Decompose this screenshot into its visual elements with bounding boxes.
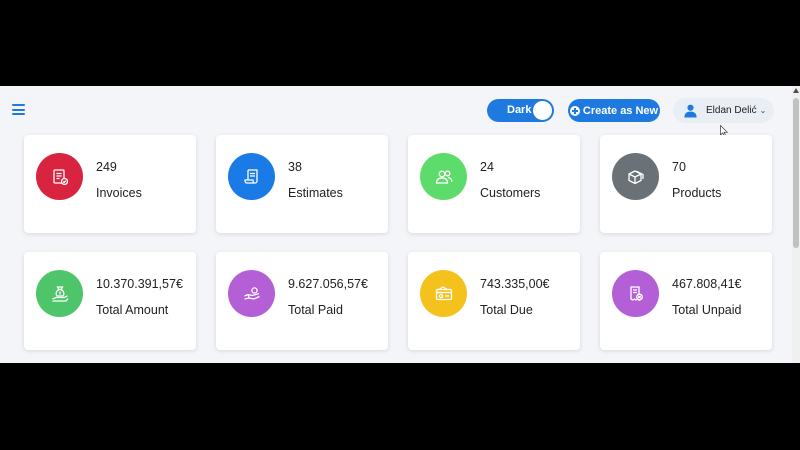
- total-amount-label: Total Amount: [96, 303, 169, 317]
- total-amount-value: 10.370.391,57€: [96, 277, 183, 291]
- user-name: Eldan Delić: [706, 105, 757, 116]
- create-as-new-button[interactable]: Create as New: [568, 99, 660, 122]
- dark-mode-label: Dark: [507, 104, 532, 116]
- stat-card-total-amount[interactable]: 10.370.391,57€ Total Amount: [24, 252, 196, 350]
- customers-count: 24: [480, 160, 494, 174]
- invoices-label: Invoices: [96, 186, 142, 200]
- toggle-knob: [533, 101, 552, 120]
- hamburger-menu-icon[interactable]: [12, 104, 25, 115]
- chevron-down-icon: ⌄: [759, 106, 767, 115]
- stat-card-total-unpaid[interactable]: 467.808,41€ Total Unpaid: [600, 252, 772, 350]
- estimate-icon: [228, 153, 275, 200]
- customers-label: Customers: [480, 186, 541, 200]
- hand-payment-icon: [228, 270, 275, 317]
- total-unpaid-value: 467.808,41€: [672, 277, 742, 291]
- total-due-label: Total Due: [480, 303, 533, 317]
- products-icon: [612, 153, 659, 200]
- stat-card-products[interactable]: 70 Products: [600, 135, 772, 233]
- invoice-icon: [36, 153, 83, 200]
- receipt-unpaid-icon: [612, 270, 659, 317]
- scrollbar-thumb[interactable]: [793, 98, 799, 248]
- total-paid-label: Total Paid: [288, 303, 343, 317]
- total-due-value: 743.335,00€: [480, 277, 550, 291]
- plus-circle-icon: [569, 105, 580, 116]
- stat-card-total-paid[interactable]: 9.627.056,57€ Total Paid: [216, 252, 388, 350]
- create-as-new-label: Create as New: [582, 104, 659, 117]
- scroll-up-arrow-icon[interactable]: [793, 88, 799, 93]
- money-bag-icon: [36, 270, 83, 317]
- total-paid-value: 9.627.056,57€: [288, 277, 368, 291]
- products-count: 70: [672, 160, 686, 174]
- dark-mode-toggle[interactable]: Dark: [487, 99, 554, 122]
- vertical-scrollbar[interactable]: [792, 86, 800, 363]
- letterbox-bottom: [0, 363, 800, 450]
- products-label: Products: [672, 186, 722, 200]
- stat-card-total-due[interactable]: 743.335,00€ Total Due: [408, 252, 580, 350]
- invoices-count: 249: [96, 160, 117, 174]
- user-menu-button[interactable]: Eldan Delić ⌄: [673, 98, 774, 123]
- customers-icon: [420, 153, 467, 200]
- dashboard-viewport: Dark Create as New Eldan Delić ⌄ 249 Inv…: [0, 86, 800, 363]
- user-avatar-icon: [684, 104, 697, 118]
- estimates-count: 38: [288, 160, 302, 174]
- card-due-icon: [420, 270, 467, 317]
- estimates-label: Estimates: [288, 186, 343, 200]
- stat-card-estimates[interactable]: 38 Estimates: [216, 135, 388, 233]
- total-unpaid-label: Total Unpaid: [672, 303, 742, 317]
- stat-card-customers[interactable]: 24 Customers: [408, 135, 580, 233]
- stat-card-invoices[interactable]: 249 Invoices: [24, 135, 196, 233]
